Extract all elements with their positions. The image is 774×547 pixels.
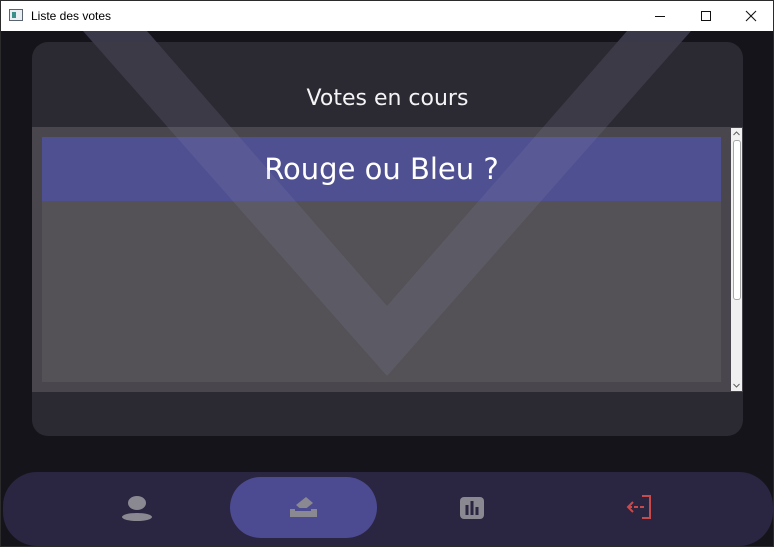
nav-results-button[interactable] bbox=[398, 477, 545, 538]
bottom-navbar bbox=[3, 472, 773, 546]
votes-list-scrollbar[interactable] bbox=[731, 128, 742, 391]
title-bar[interactable]: Liste des votes bbox=[1, 1, 773, 31]
logout-icon bbox=[626, 495, 651, 519]
scroll-up-arrow-icon[interactable] bbox=[731, 128, 742, 139]
close-button[interactable] bbox=[728, 1, 774, 31]
votes-list[interactable]: Rouge ou Bleu ? bbox=[42, 137, 721, 382]
votes-card: Votes en cours Rouge ou Bleu ? bbox=[32, 42, 743, 436]
nav-logout-button[interactable] bbox=[565, 477, 712, 538]
app-icon bbox=[9, 9, 23, 21]
window-title: Liste des votes bbox=[31, 9, 112, 23]
list-item[interactable]: Rouge ou Bleu ? bbox=[42, 137, 721, 201]
minimize-icon bbox=[655, 16, 665, 17]
scroll-down-arrow-icon[interactable] bbox=[731, 380, 742, 391]
user-icon bbox=[122, 496, 152, 521]
votes-list-frame: Rouge ou Bleu ? bbox=[32, 127, 743, 392]
vote-ballot-icon bbox=[290, 497, 317, 517]
card-title: Votes en cours bbox=[306, 86, 469, 111]
scrollbar-thumb[interactable] bbox=[733, 140, 741, 300]
results-chart-icon bbox=[460, 497, 484, 519]
app-window: Liste des votes Votes en cours Rouge ou … bbox=[0, 0, 774, 547]
nav-votes-button[interactable] bbox=[230, 477, 377, 538]
maximize-button[interactable] bbox=[683, 1, 729, 31]
minimize-button[interactable] bbox=[637, 1, 683, 31]
maximize-icon bbox=[701, 11, 711, 21]
list-item-label: Rouge ou Bleu ? bbox=[264, 152, 499, 186]
main-content: Votes en cours Rouge ou Bleu ? bbox=[1, 31, 773, 546]
close-icon bbox=[745, 10, 757, 22]
nav-profile-button[interactable] bbox=[63, 477, 210, 538]
